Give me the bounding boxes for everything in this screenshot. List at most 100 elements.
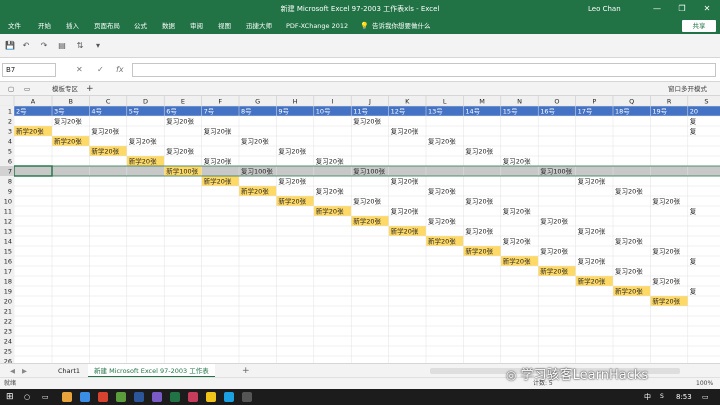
new-study-label: 新学20张 — [16, 127, 44, 136]
day-header-label: 19号 — [652, 108, 667, 116]
folder-icon[interactable]: ▭ — [24, 82, 30, 96]
new-study-label: 新学20张 — [615, 287, 643, 296]
column-header-q[interactable]: Q — [629, 98, 634, 106]
clock[interactable]: 8:53 — [676, 389, 692, 405]
app-icon-8[interactable] — [206, 392, 216, 402]
review-label: 复习20张 — [465, 227, 493, 236]
app-icon-2[interactable] — [80, 392, 90, 402]
ime-indicator[interactable]: 中 — [644, 389, 651, 405]
column-header-k[interactable]: K — [405, 98, 410, 106]
tab-data[interactable]: 数据 — [162, 18, 175, 34]
search-icon[interactable]: ○ — [24, 389, 30, 405]
tab-insert[interactable]: 插入 — [66, 18, 79, 34]
tab-home[interactable]: 开始 — [38, 18, 51, 34]
review-label: 复习20张 — [316, 157, 344, 166]
day-header-label: 4号 — [91, 108, 102, 116]
customize-qat-icon[interactable]: ▾ — [92, 40, 104, 52]
column-header-s[interactable]: S — [704, 98, 708, 106]
new-study-label: 新学20张 — [353, 217, 381, 226]
column-header-n[interactable]: N — [517, 98, 522, 106]
worksheet-grid[interactable]: ABCDEFGHIJKLMNOPQRST2号3号4号5号6号7号8号9号10号1… — [0, 96, 720, 363]
task-view-icon[interactable]: ▭ — [42, 389, 49, 405]
tab-file[interactable]: 文件 — [8, 18, 21, 34]
column-header-i[interactable]: I — [332, 98, 334, 106]
row-header-7: 7 — [8, 168, 12, 176]
column-header-f[interactable]: F — [218, 98, 222, 106]
restore-button[interactable]: ❐ — [671, 0, 693, 18]
add-sheet-button[interactable]: + — [236, 364, 256, 378]
start-icon[interactable]: ⊞ — [6, 389, 14, 405]
review-label: 复习20张 — [615, 267, 643, 276]
column-header-j[interactable]: J — [368, 98, 371, 106]
undo-icon[interactable]: ↶ — [20, 40, 32, 52]
signed-in-user[interactable]: Leo Chan — [588, 0, 621, 18]
name-box[interactable]: B7 — [2, 63, 56, 77]
row-header-1: 1 — [8, 108, 12, 116]
row-header-9: 9 — [8, 188, 12, 196]
column-header-c[interactable]: C — [106, 98, 111, 106]
save-icon[interactable]: 💾 — [4, 40, 16, 52]
new-study-label: 新学20张 — [652, 297, 680, 306]
file-icon[interactable]: ▢ — [8, 82, 14, 96]
review-label: 复习20张 — [465, 147, 493, 156]
sheet-tab-active[interactable]: 新建 Microsoft Excel 97-2003 工作表 — [88, 364, 215, 378]
app-icon-7[interactable] — [188, 392, 198, 402]
notification-icon[interactable]: ▭ — [702, 389, 709, 405]
grid-canvas[interactable]: ABCDEFGHIJKLMNOPQRST2号3号4号5号6号7号8号9号10号1… — [0, 96, 720, 363]
scroll-right-icon[interactable]: ▶ — [16, 364, 33, 378]
column-header-g[interactable]: G — [255, 98, 260, 106]
enter-icon[interactable]: ✓ — [97, 63, 104, 77]
tab-page-layout[interactable]: 页面布局 — [94, 18, 120, 34]
new-study-label: 新学20张 — [241, 187, 269, 196]
formula-input[interactable] — [132, 63, 716, 77]
tab-pdf-xchange[interactable]: PDF-XChange 2012 — [286, 18, 348, 34]
new-study-label: 新学20张 — [391, 227, 419, 236]
review-label: 复习20张 — [204, 127, 232, 136]
review-label: 复习20张 — [204, 157, 232, 166]
minimize-button[interactable]: — — [646, 0, 668, 18]
column-header-p[interactable]: P — [592, 98, 596, 106]
share-button[interactable]: 共享 — [682, 20, 716, 32]
app-icon-5[interactable] — [134, 392, 144, 402]
tab-formulas[interactable]: 公式 — [134, 18, 147, 34]
column-header-r[interactable]: R — [667, 98, 672, 106]
app-icon-4[interactable] — [116, 392, 126, 402]
column-header-e[interactable]: E — [181, 98, 185, 106]
redo-icon[interactable]: ↷ — [38, 40, 50, 52]
ime-icon-s[interactable]: S — [660, 389, 664, 405]
sheet-tab-chart1[interactable]: Chart1 — [52, 364, 86, 378]
column-header-h[interactable]: H — [293, 98, 298, 106]
column-header-m[interactable]: M — [479, 98, 485, 106]
tab-view[interactable]: 视图 — [218, 18, 231, 34]
tab-xunjie[interactable]: 迅捷大师 — [246, 18, 272, 34]
new-study-label: 新学20张 — [129, 157, 157, 166]
print-preview-icon[interactable]: ▤ — [56, 40, 68, 52]
app-icon-1[interactable] — [62, 392, 72, 402]
new-study-label: 新学20张 — [578, 277, 606, 286]
app-icon-3[interactable] — [98, 392, 108, 402]
column-header-d[interactable]: D — [143, 98, 148, 106]
app-icon-10[interactable] — [242, 392, 252, 402]
column-header-b[interactable]: B — [68, 98, 72, 106]
tell-me-search[interactable]: 告诉我你想要做什么 — [372, 18, 431, 34]
add-workbook-tab[interactable]: + — [86, 82, 94, 96]
tab-review[interactable]: 审阅 — [190, 18, 203, 34]
cancel-icon[interactable]: ✕ — [76, 63, 83, 77]
column-header-l[interactable]: L — [443, 98, 447, 106]
row-header-8: 8 — [8, 178, 12, 186]
workbook-tab-template[interactable]: 模板专区 — [52, 82, 78, 96]
excel-taskbar-icon[interactable] — [170, 392, 180, 402]
review-label: 复习20张 — [465, 197, 493, 206]
day-header-label: 12号 — [391, 108, 406, 116]
review-label: 复习20张 — [428, 187, 456, 196]
fx-icon[interactable]: fx — [116, 63, 124, 77]
sort-icon[interactable]: ⇅ — [74, 40, 86, 52]
window-mode-toggle[interactable]: 窗口多开模式 — [668, 82, 707, 96]
app-icon-6[interactable] — [152, 392, 162, 402]
app-icon-9[interactable] — [224, 392, 234, 402]
close-button[interactable]: ✕ — [696, 0, 718, 18]
column-header-o[interactable]: O — [554, 98, 559, 106]
column-header-a[interactable]: A — [31, 98, 36, 106]
row-header-12: 12 — [4, 218, 12, 226]
review-label: 复习20张 — [316, 187, 344, 196]
